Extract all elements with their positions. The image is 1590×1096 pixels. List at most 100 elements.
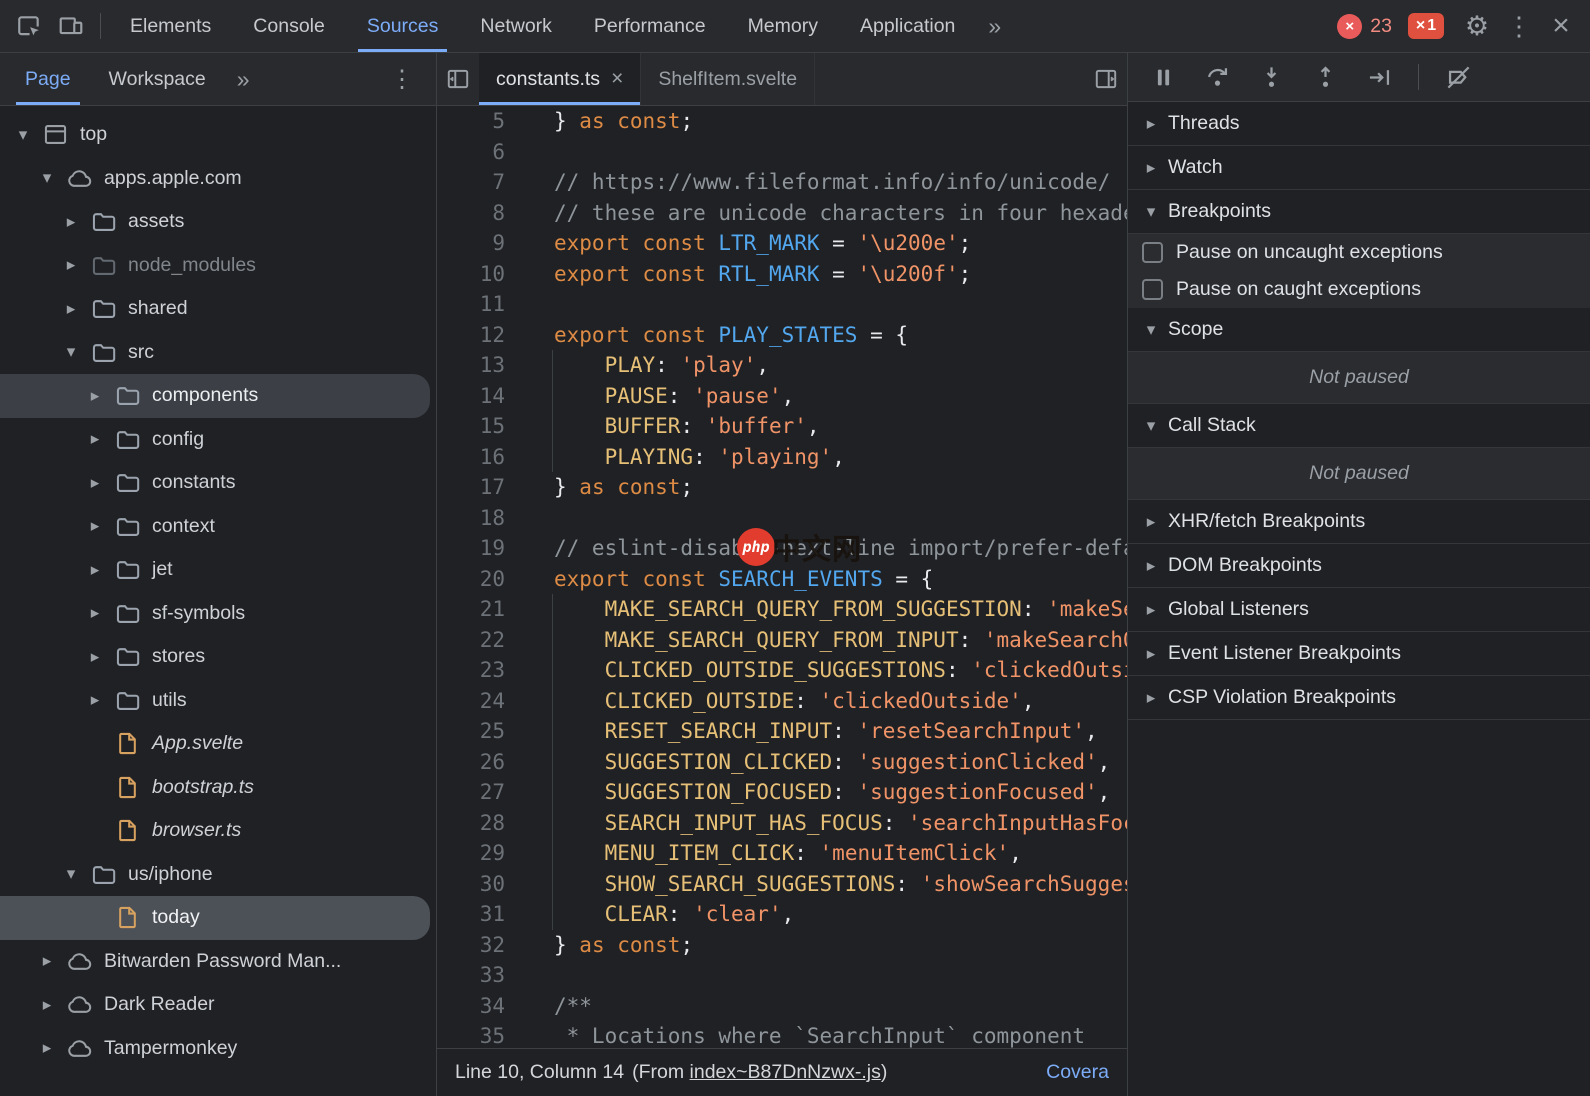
section-breakpoints[interactable]: ▾Breakpoints (1128, 190, 1590, 234)
chevron-right-icon[interactable]: ▸ (34, 995, 60, 1015)
line-number[interactable]: 17 (437, 472, 532, 503)
checkbox[interactable] (1142, 242, 1163, 263)
tree-item-apps-apple-com[interactable]: ▾apps.apple.com (0, 157, 436, 201)
line-number[interactable]: 21 (437, 594, 532, 625)
line-number[interactable]: 26 (437, 747, 532, 778)
chevron-down-icon[interactable]: ▾ (34, 168, 60, 188)
tree-item-browser-ts[interactable]: browser.ts (0, 809, 436, 853)
chevron-right-icon[interactable]: ▸ (58, 255, 84, 275)
tree-item-bootstrap-ts[interactable]: bootstrap.ts (0, 766, 436, 810)
chevron-right-icon[interactable]: ▸ (82, 429, 108, 449)
tree-item-utils[interactable]: ▸utils (0, 679, 436, 723)
tree-item-tampermonkey[interactable]: ▸Tampermonkey (0, 1027, 436, 1071)
line-number[interactable]: 29 (437, 838, 532, 869)
step-out-icon[interactable] (1302, 56, 1348, 98)
tree-item-constants[interactable]: ▸constants (0, 461, 436, 505)
tree-item-bitwarden-password-man[interactable]: ▸Bitwarden Password Man... (0, 940, 436, 984)
step-icon[interactable] (1356, 56, 1402, 98)
tree-item-context[interactable]: ▸context (0, 505, 436, 549)
deactivate-breakpoints-icon[interactable] (1435, 56, 1481, 98)
tree-item-sf-symbols[interactable]: ▸sf-symbols (0, 592, 436, 636)
source-file-link[interactable]: index~B87DnNzwx-.js (690, 1061, 881, 1083)
chevron-down-icon[interactable]: ▾ (58, 864, 84, 884)
checkbox[interactable] (1142, 279, 1163, 300)
inspect-element-icon[interactable] (8, 5, 50, 47)
tree-item-today[interactable]: today (0, 896, 430, 940)
line-number[interactable]: 19 (437, 533, 532, 564)
chevron-down-icon[interactable]: ▾ (10, 125, 36, 145)
navigator-more-tabs-chevron[interactable]: » (225, 53, 262, 105)
line-number[interactable]: 25 (437, 716, 532, 747)
navigator-tab-page[interactable]: Page (6, 53, 90, 105)
section-watch[interactable]: ▸Watch (1128, 146, 1590, 190)
tree-item-dark-reader[interactable]: ▸Dark Reader (0, 983, 436, 1027)
line-number[interactable]: 24 (437, 686, 532, 717)
step-over-icon[interactable] (1194, 56, 1240, 98)
tab-memory[interactable]: Memory (727, 0, 839, 52)
chevron-right-icon[interactable]: ▸ (82, 516, 108, 536)
chevron-right-icon[interactable]: ▸ (82, 386, 108, 406)
line-number[interactable]: 8 (437, 198, 532, 229)
tab-sources[interactable]: Sources (346, 0, 460, 52)
tab-performance[interactable]: Performance (573, 0, 727, 52)
tree-item-components[interactable]: ▸components (0, 374, 430, 418)
line-number[interactable]: 23 (437, 655, 532, 686)
more-panels-chevron[interactable]: » (976, 13, 1013, 40)
section-xhr-fetch-breakpoints[interactable]: ▸XHR/fetch Breakpoints (1128, 500, 1590, 544)
line-number[interactable]: 7 (437, 167, 532, 198)
tree-item-stores[interactable]: ▸stores (0, 635, 436, 679)
line-number[interactable]: 13 (437, 350, 532, 381)
toggle-navigator-icon[interactable] (437, 58, 479, 100)
line-number[interactable]: 12 (437, 320, 532, 351)
chevron-right-icon[interactable]: ▸ (34, 951, 60, 971)
chevron-down-icon[interactable]: ▾ (58, 342, 84, 362)
tab-network[interactable]: Network (459, 0, 573, 52)
section-dom-breakpoints[interactable]: ▸DOM Breakpoints (1128, 544, 1590, 588)
tree-item-us-iphone[interactable]: ▾us/iphone (0, 853, 436, 897)
line-number[interactable]: 27 (437, 777, 532, 808)
line-number[interactable]: 10 (437, 259, 532, 290)
navigator-menu-icon[interactable]: ⋮ (374, 53, 430, 105)
section-global-listeners[interactable]: ▸Global Listeners (1128, 588, 1590, 632)
tab-console[interactable]: Console (232, 0, 346, 52)
line-number[interactable]: 34 (437, 991, 532, 1022)
navigator-tab-workspace[interactable]: Workspace (90, 53, 225, 105)
console-errors-badge[interactable]: × 23 (1337, 14, 1392, 39)
chevron-right-icon[interactable]: ▸ (82, 560, 108, 580)
line-number[interactable]: 9 (437, 228, 532, 259)
line-number[interactable]: 28 (437, 808, 532, 839)
tab-application[interactable]: Application (839, 0, 976, 52)
line-number[interactable]: 31 (437, 899, 532, 930)
step-into-icon[interactable] (1248, 56, 1294, 98)
chevron-right-icon[interactable]: ▸ (82, 603, 108, 623)
coverage-link[interactable]: Covera (1030, 1061, 1109, 1084)
line-number[interactable]: 22 (437, 625, 532, 656)
issues-badge[interactable]: ×1 (1408, 13, 1444, 39)
section-csp-violation-breakpoints[interactable]: ▸CSP Violation Breakpoints (1128, 676, 1590, 720)
device-toolbar-icon[interactable] (50, 5, 92, 47)
tree-item-app-svelte[interactable]: App.svelte (0, 722, 436, 766)
line-number[interactable]: 32 (437, 930, 532, 961)
section-threads[interactable]: ▸Threads (1128, 102, 1590, 146)
code-editor[interactable]: 5} as const;67// https://www.fileformat.… (437, 106, 1127, 1048)
chevron-right-icon[interactable]: ▸ (58, 212, 84, 232)
editor-tab-constants-ts[interactable]: constants.ts× (479, 53, 641, 105)
editor-tab-shelfitem-svelte[interactable]: ShelfItem.svelte (641, 53, 815, 105)
line-number[interactable]: 11 (437, 289, 532, 320)
line-number[interactable]: 6 (437, 137, 532, 168)
close-devtools-icon[interactable]: × (1540, 5, 1582, 47)
section-call-stack[interactable]: ▾Call Stack (1128, 404, 1590, 448)
tree-item-jet[interactable]: ▸jet (0, 548, 436, 592)
tree-item-top[interactable]: ▾top (0, 113, 436, 157)
line-number[interactable]: 18 (437, 503, 532, 534)
chevron-right-icon[interactable]: ▸ (82, 690, 108, 710)
line-number[interactable]: 20 (437, 564, 532, 595)
section-scope[interactable]: ▾Scope (1128, 308, 1590, 352)
line-number[interactable]: 5 (437, 106, 532, 137)
chevron-right-icon[interactable]: ▸ (58, 299, 84, 319)
chevron-right-icon[interactable]: ▸ (82, 647, 108, 667)
line-number[interactable]: 33 (437, 960, 532, 991)
line-number[interactable]: 14 (437, 381, 532, 412)
line-number[interactable]: 16 (437, 442, 532, 473)
pause-script-icon[interactable] (1140, 56, 1186, 98)
